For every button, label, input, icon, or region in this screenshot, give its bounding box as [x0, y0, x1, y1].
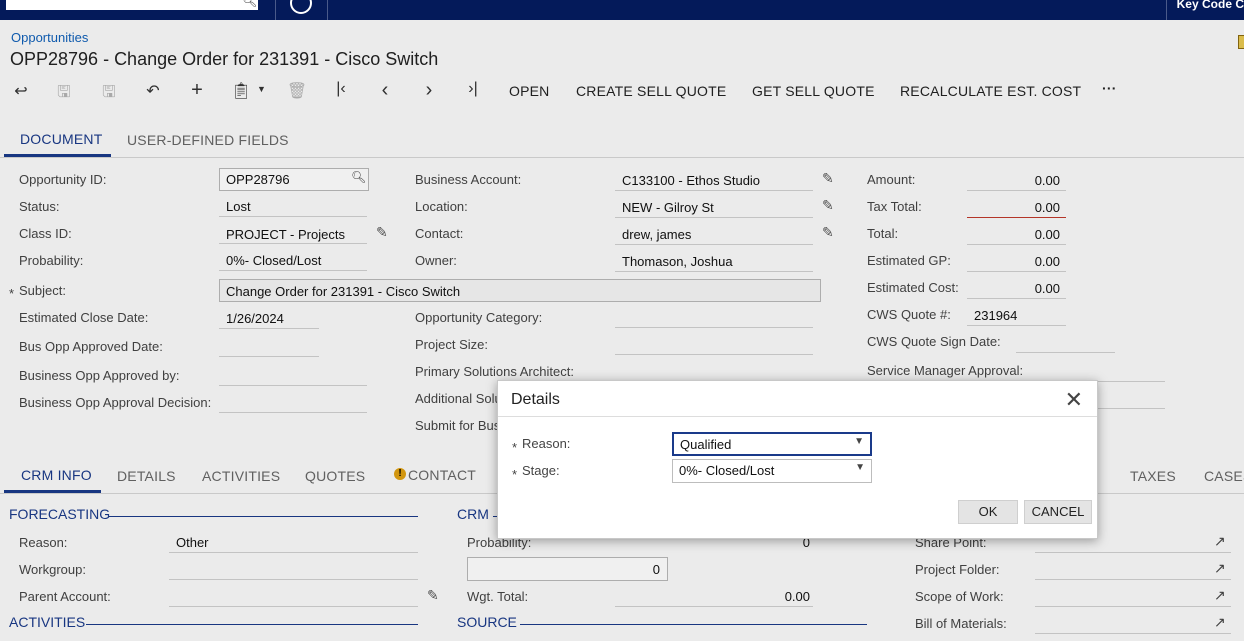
required-marker: * — [512, 440, 518, 455]
search-icon[interactable]: 🔍︎ — [242, 0, 257, 8]
topbar-divider — [1166, 0, 1167, 20]
topbar-divider — [275, 0, 276, 20]
required-marker: * — [512, 467, 518, 482]
chevron-down-icon[interactable]: ▼ — [854, 436, 864, 447]
stage-select[interactable]: 0%- Closed/Lost ▼ — [672, 459, 872, 483]
stage-select-value[interactable]: 0%- Closed/Lost — [679, 463, 774, 478]
key-code-label[interactable]: Key Code C — [1177, 0, 1244, 11]
dialog-reason-label: Reason: — [522, 436, 571, 451]
chevron-down-icon[interactable]: ▼ — [855, 462, 865, 473]
help-icon[interactable] — [290, 0, 312, 14]
top-navigation-bar: 🔍︎ Key Code C — [0, 0, 1244, 20]
global-search-input[interactable] — [6, 0, 258, 10]
ok-button[interactable]: OK — [958, 500, 1018, 524]
dialog-header-divider — [498, 416, 1097, 417]
reason-select[interactable]: Qualified ▼ — [672, 432, 872, 456]
details-dialog: Details ✕ * Reason: Qualified ▼ * Stage:… — [497, 380, 1098, 539]
close-icon[interactable]: ✕ — [1065, 387, 1083, 413]
reason-select-value[interactable]: Qualified — [680, 437, 731, 452]
modal-overlay — [0, 20, 1244, 641]
dialog-title: Details — [511, 391, 560, 408]
topbar-divider — [327, 0, 328, 20]
dialog-stage-label: Stage: — [522, 463, 560, 478]
cancel-button[interactable]: CANCEL — [1024, 500, 1092, 524]
